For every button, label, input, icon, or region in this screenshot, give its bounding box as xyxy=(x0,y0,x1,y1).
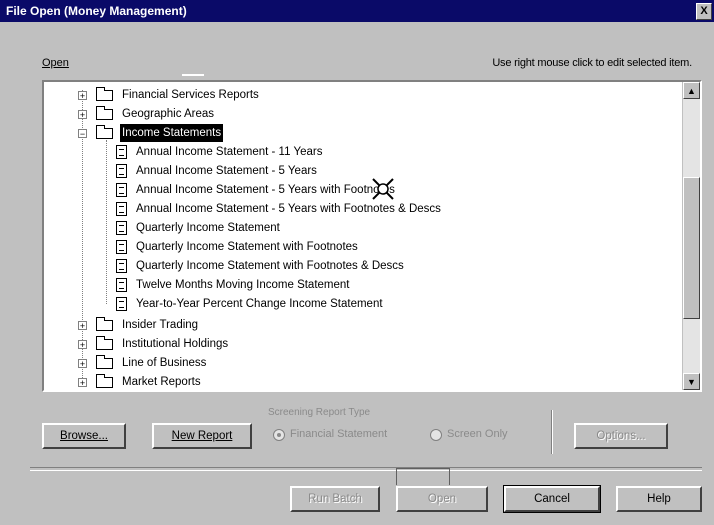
document-icon xyxy=(116,164,127,178)
title-bar: File Open (Money Management) X xyxy=(0,0,714,22)
tree-item-label: Twelve Months Moving Income Statement xyxy=(136,279,350,291)
document-icon xyxy=(116,240,127,254)
tree-item-label: Quarterly Income Statement with Footnote… xyxy=(136,260,404,272)
footer-separator xyxy=(30,467,702,471)
options-button[interactable]: Options... xyxy=(574,423,668,449)
expand-icon[interactable]: + xyxy=(78,91,87,101)
drag-outline xyxy=(396,468,450,485)
document-icon xyxy=(116,297,127,311)
ok-button[interactable]: Open xyxy=(396,486,488,512)
ok-button-label: Open xyxy=(427,493,457,505)
expand-icon[interactable]: + xyxy=(78,340,87,350)
tree-item-label: Year-to-Year Percent Change Income State… xyxy=(136,298,383,310)
radio-screen-only[interactable] xyxy=(430,429,442,441)
folder-icon xyxy=(96,317,113,331)
radio-financial-statement[interactable] xyxy=(273,429,285,441)
radio-screen-only-label: Screen Only xyxy=(447,428,508,440)
expand-icon[interactable]: + xyxy=(78,110,87,120)
divider xyxy=(551,410,553,454)
folder-icon xyxy=(96,355,113,369)
window-title: File Open (Money Management) xyxy=(6,4,187,18)
folder-icon xyxy=(96,106,113,120)
close-icon[interactable]: X xyxy=(696,3,712,20)
busy-cursor-icon xyxy=(372,178,394,200)
tree-item-label: Line of Business xyxy=(122,357,207,369)
folder-icon xyxy=(96,374,113,388)
document-icon xyxy=(116,221,127,235)
scroll-thumb[interactable] xyxy=(683,177,700,319)
tree-item-label: Annual Income Statement - 5 Years with F… xyxy=(136,203,441,215)
collapse-icon[interactable]: − xyxy=(78,129,87,139)
tree-item-label: Quarterly Income Statement xyxy=(136,222,280,234)
help-button-label: Help xyxy=(647,493,671,505)
run-batch-button[interactable]: Run Batch xyxy=(290,486,380,512)
document-icon xyxy=(116,145,127,159)
expand-icon[interactable]: + xyxy=(78,321,87,331)
run-batch-button-label: Run Batch xyxy=(308,493,362,505)
browse-button[interactable]: Browse... xyxy=(42,423,126,449)
document-icon xyxy=(116,278,127,292)
tree-item-label: Annual Income Statement - 5 Years with F… xyxy=(136,184,395,196)
folder-icon xyxy=(96,336,113,350)
expand-icon[interactable]: + xyxy=(78,378,87,388)
new-report-button-label: New Report xyxy=(171,430,233,442)
open-label: Open xyxy=(42,57,69,69)
tree-item-label: Market Reports xyxy=(122,376,201,388)
folder-icon xyxy=(96,87,113,101)
report-type-group-label: Screening Report Type xyxy=(268,407,371,418)
hint-text: Use right mouse click to edit selected i… xyxy=(492,57,692,69)
tree-item-label: Annual Income Statement - 5 Years xyxy=(136,165,317,177)
document-icon xyxy=(116,183,127,197)
radio-financial-statement-label: Financial Statement xyxy=(290,428,388,440)
report-tree[interactable]: + Financial Services Reports + Geographi… xyxy=(42,80,702,392)
expand-icon[interactable]: + xyxy=(78,359,87,369)
tree-item-label: Geographic Areas xyxy=(122,108,215,120)
tree-guide-line xyxy=(106,140,107,304)
tree-item-label: Annual Income Statement - 11 Years xyxy=(136,146,323,158)
scroll-down-icon[interactable]: ▼ xyxy=(683,373,700,390)
scroll-up-icon[interactable]: ▲ xyxy=(683,82,700,99)
help-button[interactable]: Help xyxy=(616,486,702,512)
options-button-label: Options... xyxy=(596,430,646,442)
document-icon xyxy=(116,259,127,273)
tree-item-label: Insider Trading xyxy=(122,319,199,331)
tree-item-label: Financial Services Reports xyxy=(122,89,259,101)
cancel-button-label: Cancel xyxy=(534,493,570,505)
document-icon xyxy=(116,202,127,216)
vertical-scrollbar[interactable]: ▲ ▼ xyxy=(682,82,700,390)
folder-open-icon xyxy=(96,125,113,139)
focus-indicator xyxy=(182,74,204,76)
tree-item-label: Institutional Holdings xyxy=(122,338,229,350)
cancel-button[interactable]: Cancel xyxy=(503,485,601,513)
new-report-button[interactable]: New Report xyxy=(152,423,252,449)
tree-item-label: Quarterly Income Statement with Footnote… xyxy=(136,241,358,253)
browse-button-label: Browse... xyxy=(60,430,108,442)
tree-item-label: Income Statements xyxy=(120,124,224,142)
